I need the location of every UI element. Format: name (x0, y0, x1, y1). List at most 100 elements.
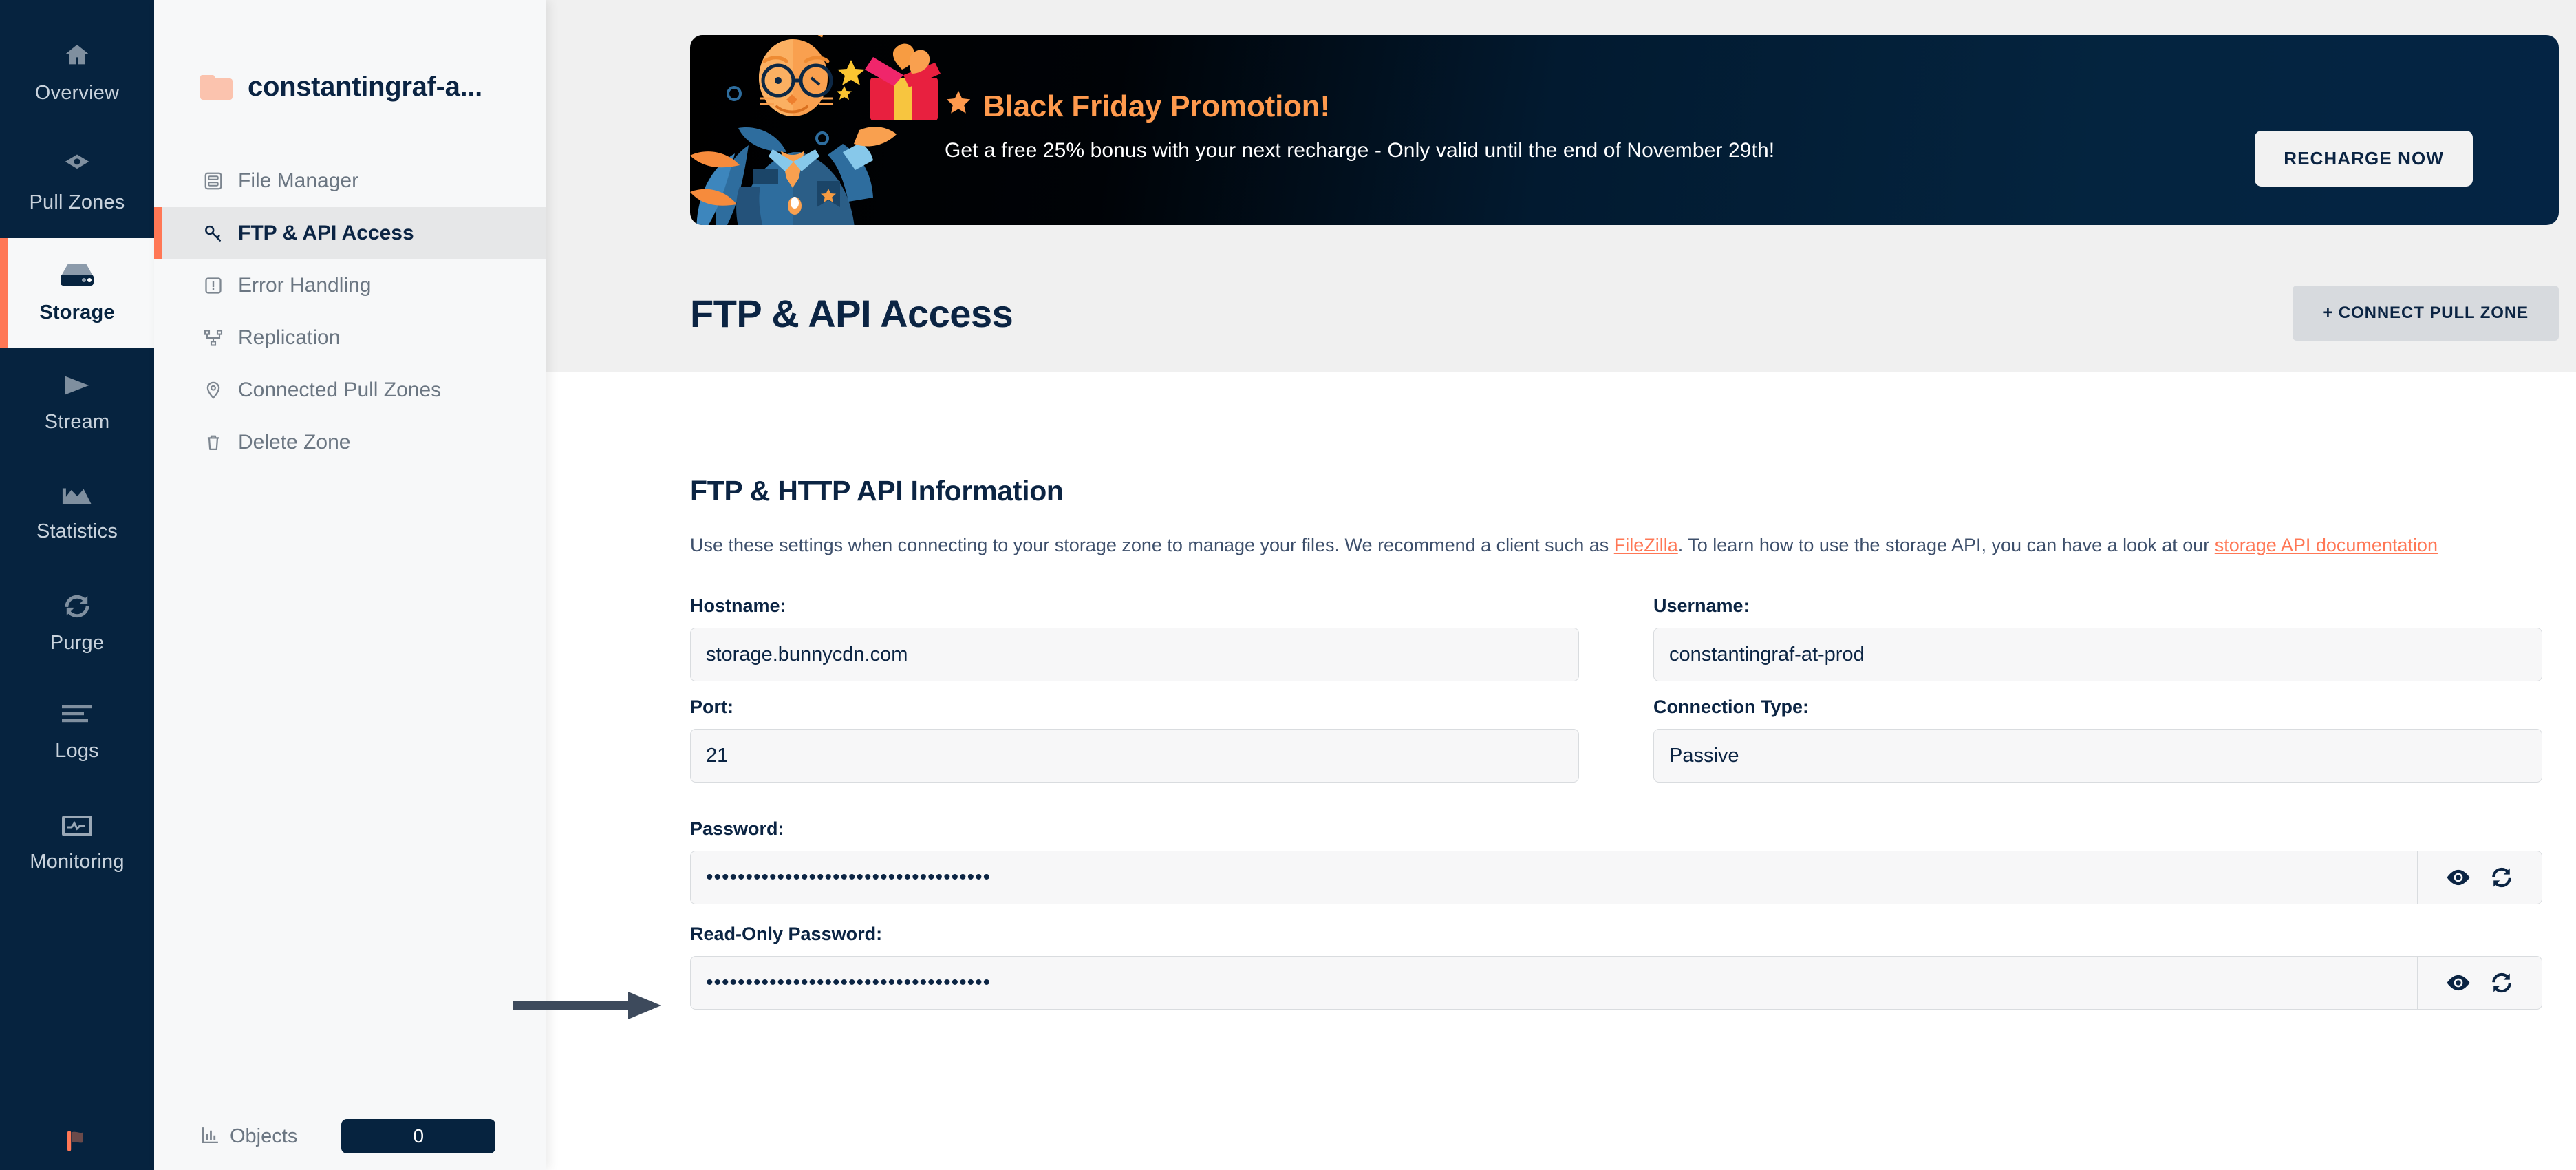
star-icon (945, 89, 972, 124)
flag-icon (63, 1127, 92, 1159)
sidebar-item-label: Replication (238, 326, 341, 349)
regenerate-password-icon[interactable] (2480, 851, 2523, 904)
section-title: FTP & HTTP API Information (690, 475, 1064, 507)
page-title: FTP & API Access (690, 291, 1013, 335)
zone-name: constantingraf-a... (248, 72, 482, 102)
objects-label: Objects (230, 1125, 298, 1147)
nav-item-monitoring[interactable]: Monitoring (0, 789, 154, 899)
flag-button[interactable] (0, 1127, 154, 1159)
main-content: Black Friday Promotion! Get a free 25% b… (546, 0, 2576, 1170)
folder-icon (200, 74, 233, 100)
monitor-icon (61, 814, 94, 841)
storage-api-documentation-link[interactable]: storage API documentation (2215, 535, 2438, 555)
sidebar-item-delete-zone[interactable]: Delete Zone (154, 416, 546, 469)
section-description: Use these settings when connecting to yo… (690, 532, 2541, 558)
password-label: Password: (690, 818, 784, 840)
sidebar-item-error-handling[interactable]: Error Handling (154, 259, 546, 312)
storage-zone-title: constantingraf-a... (154, 0, 546, 103)
nav-item-storage[interactable]: Storage (0, 238, 154, 348)
port-label: Port: (690, 696, 733, 718)
play-icon (61, 373, 93, 401)
port-field-group: Port: (690, 696, 1579, 783)
nav-label: Stream (44, 411, 110, 433)
list-icon (62, 705, 92, 730)
nav-item-overview[interactable]: Overview (0, 18, 154, 128)
sidebar-item-label: Connected Pull Zones (238, 379, 442, 401)
pullzones-icon (61, 152, 93, 182)
promo-text-block: Black Friday Promotion! Get a free 25% b… (945, 89, 1774, 162)
username-field-group: Username: (1653, 595, 2542, 682)
sidebar-item-label: Delete Zone (238, 431, 351, 454)
password-block: Password: ••••••••••••••••••••••••••••••… (690, 818, 2542, 1010)
regenerate-password-icon[interactable] (2480, 957, 2523, 1009)
desc-part-2: . To learn how to use the storage API, y… (1677, 535, 2215, 555)
promo-title-row: Black Friday Promotion! (945, 89, 1774, 124)
map-pin-icon (202, 380, 225, 401)
filezilla-link[interactable]: FileZilla (1614, 535, 1678, 555)
objects-summary: Objects 0 (154, 1119, 546, 1153)
secondary-sidebar: constantingraf-a... File Manager FTP & A… (154, 0, 546, 1170)
nav-item-logs[interactable]: Logs (0, 679, 154, 789)
connection-type-input[interactable] (1653, 729, 2542, 783)
trash-icon (202, 432, 225, 453)
file-manager-icon (202, 171, 225, 191)
recharge-now-button[interactable]: RECHARGE NOW (2255, 131, 2473, 187)
password-field-group: Password: ••••••••••••••••••••••••••••••… (690, 818, 2542, 905)
hostname-field-group: Hostname: (690, 595, 1579, 682)
app-root: Overview Pull Zones Storage Stream Stati… (0, 0, 2576, 1170)
primary-sidebar: Overview Pull Zones Storage Stream Stati… (0, 0, 154, 1170)
secondary-menu: File Manager FTP & API Access Error Hand… (154, 155, 546, 469)
replication-icon (202, 328, 225, 348)
password-row: •••••••••••••••••••••••••••••••••••• (690, 851, 2542, 905)
nav-item-stream[interactable]: Stream (0, 348, 154, 458)
connection-settings-grid: Hostname: Username: Port: Connection Typ… (690, 595, 2559, 798)
hostname-input[interactable] (690, 628, 1579, 682)
port-input[interactable] (690, 729, 1579, 783)
nav-label: Overview (34, 82, 120, 104)
password-actions (2417, 851, 2542, 905)
desc-part-1: Use these settings when connecting to yo… (690, 535, 1614, 555)
key-icon (202, 223, 225, 244)
username-label: Username: (1653, 595, 1750, 617)
promo-subtitle: Get a free 25% bonus with your next rech… (945, 139, 1775, 162)
ftp-http-api-section: FTP & HTTP API Information Use these set… (690, 475, 2559, 1029)
storage-icon (59, 262, 95, 292)
sidebar-item-label: File Manager (238, 169, 359, 192)
chart-icon (61, 484, 93, 511)
nav-label: Storage (39, 301, 115, 323)
eye-icon[interactable] (2437, 957, 2480, 1009)
page-title-row: FTP & API Access + CONNECT PULL ZONE (690, 286, 2559, 341)
nav-label: Logs (55, 740, 99, 762)
eye-icon[interactable] (2437, 851, 2480, 904)
connection-type-label: Connection Type: (1653, 696, 1809, 718)
username-input[interactable] (1653, 628, 2542, 682)
sidebar-item-connected-pull-zones[interactable]: Connected Pull Zones (154, 364, 546, 416)
sidebar-item-label: Error Handling (238, 274, 372, 297)
objects-count-badge: 0 (341, 1119, 496, 1153)
readonly-password-field-group: Read-Only Password: ••••••••••••••••••••… (690, 924, 2542, 1010)
home-icon (61, 41, 93, 72)
alert-box-icon (202, 275, 225, 296)
nav-label: Pull Zones (29, 191, 125, 213)
sidebar-item-replication[interactable]: Replication (154, 312, 546, 364)
hostname-label: Hostname: (690, 595, 786, 617)
nav-item-statistics[interactable]: Statistics (0, 458, 154, 568)
bar-chart-icon (201, 1125, 220, 1148)
readonly-password-actions (2417, 956, 2542, 1010)
refresh-icon (61, 593, 93, 622)
sidebar-item-label: FTP & API Access (238, 222, 414, 244)
connect-pull-zone-button[interactable]: + CONNECT PULL ZONE (2293, 286, 2559, 341)
promo-banner[interactable]: Black Friday Promotion! Get a free 25% b… (690, 35, 2559, 225)
promo-title-text: Black Friday Promotion! (983, 89, 1330, 123)
nav-item-purge[interactable]: Purge (0, 568, 154, 679)
readonly-password-row: •••••••••••••••••••••••••••••••••••• (690, 956, 2542, 1010)
readonly-password-input[interactable]: •••••••••••••••••••••••••••••••••••• (690, 956, 2417, 1010)
nav-label: Purge (50, 632, 105, 654)
nav-label: Statistics (36, 520, 118, 542)
sidebar-item-file-manager[interactable]: File Manager (154, 155, 546, 207)
password-input[interactable]: •••••••••••••••••••••••••••••••••••• (690, 851, 2417, 905)
nav-item-pull-zones[interactable]: Pull Zones (0, 128, 154, 238)
readonly-password-label: Read-Only Password: (690, 924, 883, 945)
sidebar-item-ftp-api-access[interactable]: FTP & API Access (154, 207, 546, 259)
nav-label: Monitoring (30, 851, 125, 873)
